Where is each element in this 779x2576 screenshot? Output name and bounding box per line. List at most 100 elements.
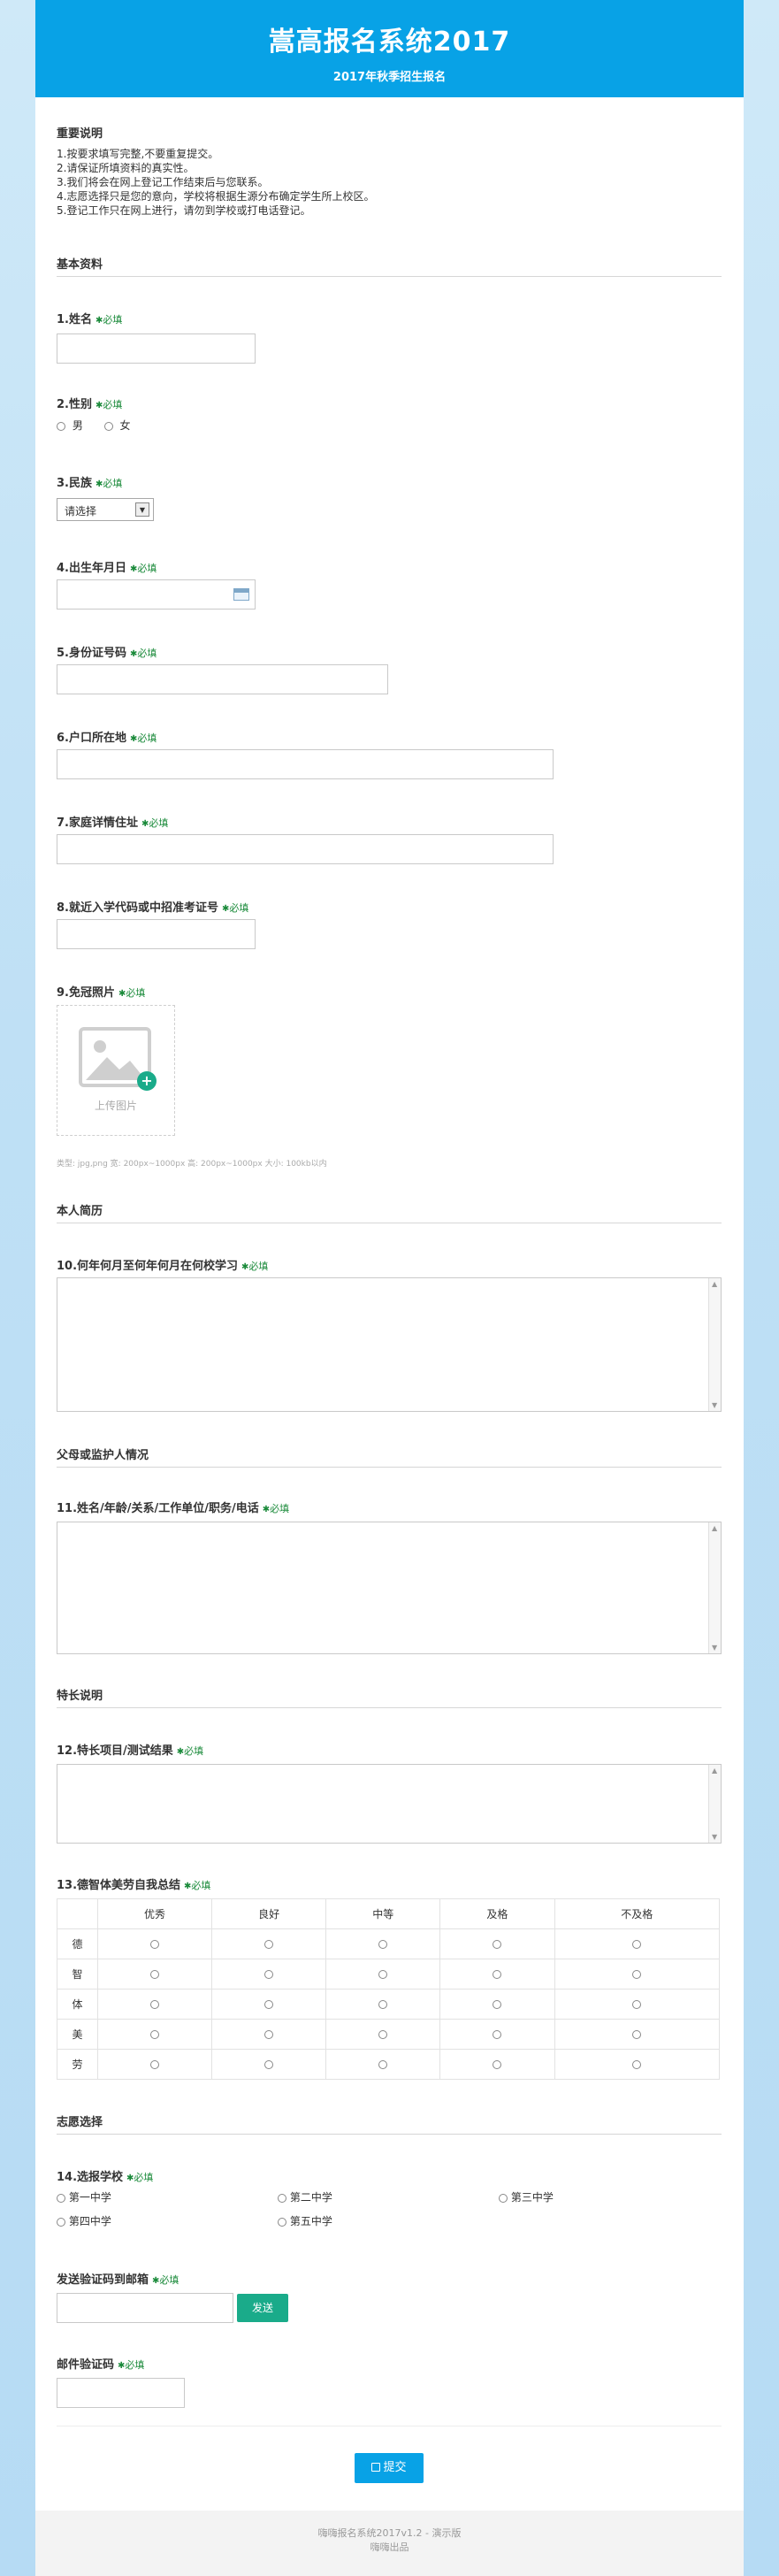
divider xyxy=(57,1707,722,1708)
matrix-radio[interactable] xyxy=(150,1970,160,1979)
matrix-radio[interactable] xyxy=(150,2000,160,2009)
matrix-radio[interactable] xyxy=(264,1940,274,1949)
submit-label: 提交 xyxy=(383,2461,407,2474)
matrix-radio[interactable] xyxy=(150,2060,160,2069)
field-talent-label: 12.特长项目/测试结果 ✱必填 xyxy=(57,1741,203,1758)
matrix-radio[interactable] xyxy=(264,2060,274,2069)
field-examcode-label: 8.就近入学代码或中招准考证号 ✱必填 xyxy=(57,898,248,915)
school-option-label: 第一中学 xyxy=(68,2191,111,2204)
notice-line: 5.登记工作只在网上进行，请勿到学校或打电话登记。 xyxy=(57,204,311,217)
required-text: 必填 xyxy=(159,2274,179,2286)
school-option[interactable]: 第二中学 xyxy=(278,2189,332,2204)
school-option[interactable]: 第三中学 xyxy=(499,2189,554,2204)
name-input[interactable] xyxy=(57,334,256,364)
scrollbar[interactable]: ▲ ▼ xyxy=(708,1765,721,1843)
field-photo-text: 9.免冠照片 xyxy=(57,986,115,1000)
matrix-radio[interactable] xyxy=(264,2030,274,2039)
family-info-textarea[interactable]: ▲ ▼ xyxy=(57,1522,722,1654)
matrix-row: 劳 xyxy=(57,2049,720,2080)
matrix-radio[interactable] xyxy=(632,1940,642,1949)
required-marker: ✱必填 xyxy=(152,2274,179,2286)
matrix-radio[interactable] xyxy=(378,2000,388,2009)
field-birthdate-text: 4.出生年月日 xyxy=(57,562,126,575)
scroll-up-icon: ▲ xyxy=(712,1280,718,1288)
school-option[interactable]: 第五中学 xyxy=(278,2213,332,2228)
matrix-radio[interactable] xyxy=(632,2000,642,2009)
gender-male-radio[interactable] xyxy=(57,421,65,431)
field-study-text: 10.何年何月至何年何月在何校学习 xyxy=(57,1260,239,1273)
ethnicity-select[interactable]: 请选择 ▼ xyxy=(57,498,154,521)
matrix-radio[interactable] xyxy=(632,2030,642,2039)
notice-line: 2.请保证所填资料的真实性。 xyxy=(57,162,195,174)
matrix-radio[interactable] xyxy=(150,2030,160,2039)
matrix-radio[interactable] xyxy=(632,1970,642,1979)
required-marker: ✱必填 xyxy=(184,1880,211,1891)
matrix-radio[interactable] xyxy=(150,1940,160,1949)
matrix-radio[interactable] xyxy=(493,2060,502,2069)
calendar-icon[interactable] xyxy=(233,588,249,601)
required-marker: ✱必填 xyxy=(141,817,169,829)
school-radio[interactable] xyxy=(499,2193,508,2203)
hukou-input[interactable] xyxy=(57,749,554,779)
matrix-radio[interactable] xyxy=(632,2060,642,2069)
matrix-radio[interactable] xyxy=(378,1940,388,1949)
page-title: 嵩高报名系统2017 xyxy=(268,27,511,58)
matrix-radio[interactable] xyxy=(493,1940,502,1949)
matrix-column-header: 优秀 xyxy=(96,1898,213,1929)
required-marker: ✱必填 xyxy=(95,399,123,410)
matrix-radio[interactable] xyxy=(264,2000,274,2009)
photo-upload-box[interactable]: + 上传图片 xyxy=(57,1005,175,1136)
school-radio[interactable] xyxy=(278,2217,286,2227)
scrollbar[interactable]: ▲ ▼ xyxy=(708,1278,721,1411)
field-school-label: 14.选报学校 ✱必填 xyxy=(57,2167,153,2184)
verification-code-input[interactable] xyxy=(57,2378,185,2408)
required-marker: ✱必填 xyxy=(95,314,123,326)
required-text: 必填 xyxy=(134,2172,154,2183)
matrix-radio[interactable] xyxy=(493,2030,502,2039)
talent-textarea[interactable]: ▲ ▼ xyxy=(57,1764,722,1844)
school-radio[interactable] xyxy=(57,2217,65,2227)
school-option[interactable]: 第四中学 xyxy=(57,2213,111,2228)
email-input[interactable] xyxy=(57,2293,233,2323)
self-assessment-matrix: 优秀 良好 中等 及格 不及格 德 智 体 美 劳 xyxy=(57,1898,720,2080)
field-birthdate-label: 4.出生年月日 ✱必填 xyxy=(57,558,157,575)
scroll-down-icon: ▼ xyxy=(712,1644,718,1652)
study-history-textarea[interactable]: ▲ ▼ xyxy=(57,1277,722,1412)
matrix-radio[interactable] xyxy=(493,1970,502,1979)
matrix-radio[interactable] xyxy=(264,1970,274,1979)
school-option[interactable]: 第一中学 xyxy=(57,2189,111,2204)
required-text: 必填 xyxy=(137,563,157,574)
gender-options: 男 女 xyxy=(57,418,131,433)
submit-button[interactable]: 提交 xyxy=(355,2453,424,2483)
examcode-input[interactable] xyxy=(57,919,256,949)
scrollbar[interactable]: ▲ ▼ xyxy=(708,1522,721,1653)
birthdate-input[interactable] xyxy=(57,579,256,610)
matrix-header-row: 优秀 良好 中等 及格 不及格 xyxy=(57,1898,720,1929)
school-radio[interactable] xyxy=(57,2193,65,2203)
upload-hint: 类型: jpg,png 宽: 200px~1000px 高: 200px~100… xyxy=(57,1160,327,1169)
matrix-radio[interactable] xyxy=(493,2000,502,2009)
matrix-row: 智 xyxy=(57,1959,720,1990)
scroll-down-icon: ▼ xyxy=(712,1401,718,1409)
notice-line: 4.志愿选择只是您的意向，学校将根据生源分布确定学生所上校区。 xyxy=(57,190,375,203)
field-address-text: 7.家庭详情住址 xyxy=(57,816,138,830)
field-gender-label: 2.性别 ✱必填 xyxy=(57,395,122,411)
required-text: 必填 xyxy=(126,987,146,999)
form-page: 嵩高报名系统2017 2017年秋季招生报名 重要说明 1.按要求填写完整,不要… xyxy=(35,0,744,2576)
required-marker: ✱必填 xyxy=(129,648,157,659)
address-input[interactable] xyxy=(57,834,554,864)
scroll-up-icon: ▲ xyxy=(712,1767,718,1775)
field-email-label: 发送验证码到邮箱 ✱必填 xyxy=(57,2270,179,2287)
gender-female-radio[interactable] xyxy=(103,421,113,431)
matrix-radio[interactable] xyxy=(378,1970,388,1979)
divider xyxy=(57,276,722,277)
matrix-radio[interactable] xyxy=(378,2060,388,2069)
school-radio[interactable] xyxy=(278,2193,286,2203)
idcard-input[interactable] xyxy=(57,664,388,694)
required-text: 必填 xyxy=(125,2359,145,2371)
field-family-label: 11.姓名/年龄/关系/工作单位/职务/电话 ✱必填 xyxy=(57,1499,289,1515)
send-code-button[interactable]: 发送 xyxy=(237,2294,288,2322)
section-resume-title: 本人简历 xyxy=(57,1205,103,1218)
required-text: 必填 xyxy=(149,817,169,829)
matrix-radio[interactable] xyxy=(378,2030,388,2039)
